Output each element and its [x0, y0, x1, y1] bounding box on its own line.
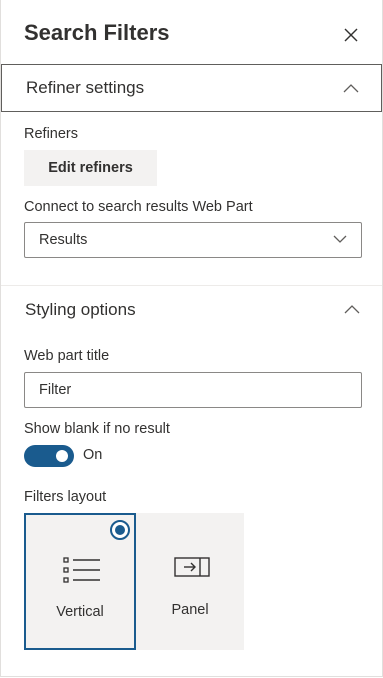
styling-options-title: Styling options — [25, 300, 136, 319]
chevron-up-icon — [343, 84, 359, 93]
webpart-title-input[interactable] — [24, 372, 362, 408]
refiners-label: Refiners — [24, 126, 78, 142]
layout-label-vertical: Vertical — [56, 604, 104, 620]
layout-option-vertical[interactable]: Vertical — [24, 513, 136, 650]
list-icon — [63, 557, 100, 583]
show-blank-label: Show blank if no result — [24, 421, 170, 437]
selected-radio-indicator — [110, 520, 130, 540]
connect-results-label: Connect to search results Web Part — [24, 199, 253, 215]
toggle-knob — [56, 450, 68, 462]
refiner-settings-header[interactable]: Refiner settings — [1, 64, 382, 112]
chevron-down-icon — [333, 235, 347, 243]
pane-title: Search Filters — [24, 20, 170, 45]
panel-icon — [174, 557, 210, 577]
close-icon[interactable] — [342, 26, 360, 44]
chevron-up-icon — [344, 305, 360, 314]
show-blank-toggle[interactable] — [24, 445, 74, 467]
styling-options-header[interactable]: Styling options — [1, 286, 382, 334]
filters-layout-label: Filters layout — [24, 489, 107, 505]
refiner-settings-title: Refiner settings — [26, 78, 145, 97]
edit-refiners-button[interactable]: Edit refiners — [24, 150, 157, 186]
layout-label-panel: Panel — [171, 602, 209, 618]
dropdown-selected-value: Results — [39, 232, 88, 248]
property-pane: Search Filters Refiner settings Refiners… — [0, 0, 383, 677]
toggle-state-label: On — [83, 447, 103, 463]
webpart-title-label: Web part title — [24, 348, 110, 364]
layout-option-panel[interactable]: Panel — [136, 513, 244, 650]
connect-results-dropdown[interactable]: Results — [24, 222, 362, 258]
